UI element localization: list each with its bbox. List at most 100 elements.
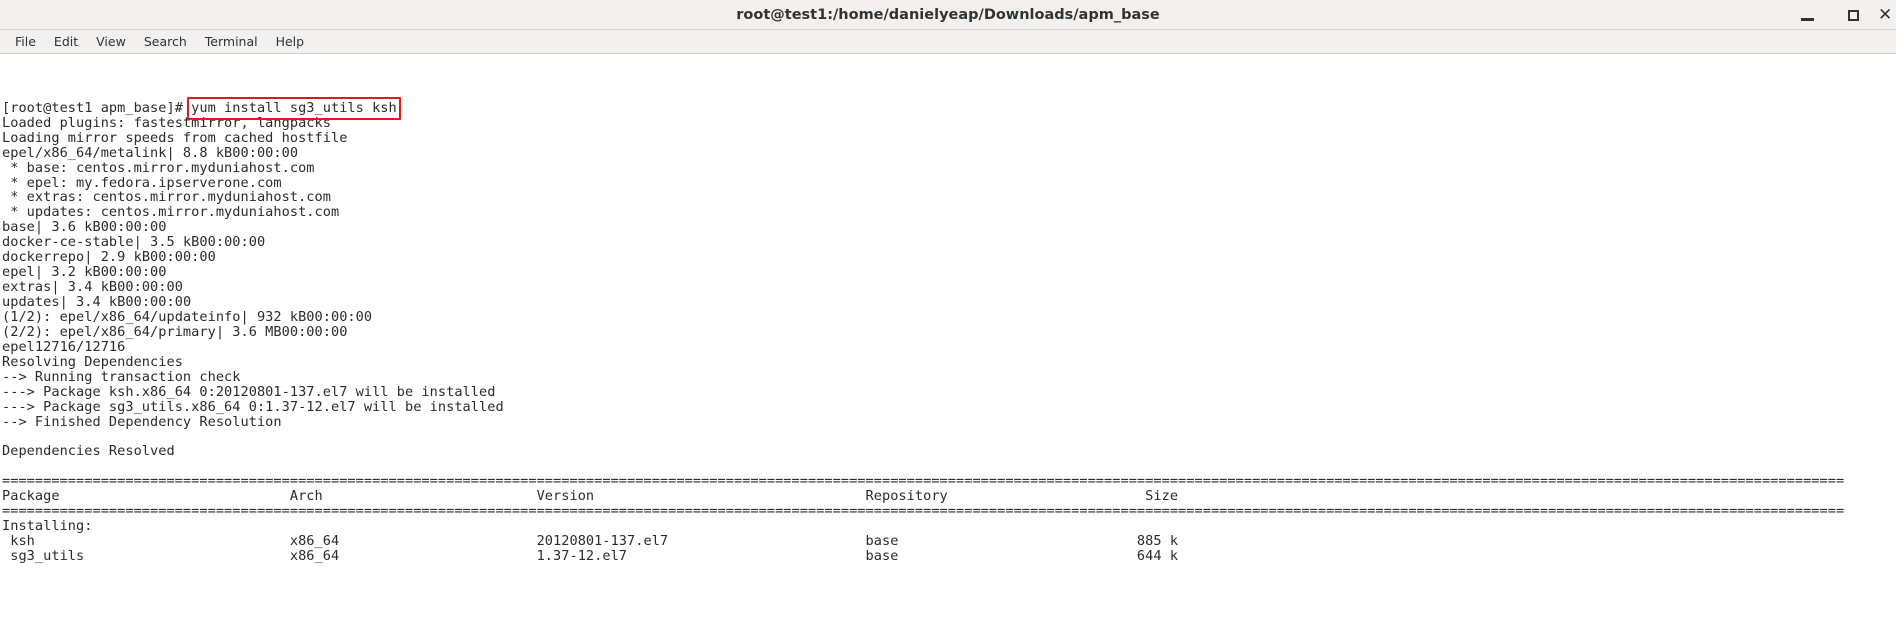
- repo-time-value: 00:00:00: [100, 264, 167, 281]
- close-icon: ✕: [1878, 4, 1893, 25]
- terminal-line-text: epel: [2, 264, 35, 281]
- terminal-line-text: extras: [2, 279, 52, 296]
- terminal-line: ---> Package ksh.x86_64 0:20120801-137.e…: [2, 383, 1896, 400]
- terminal-line: updates| 3.4 kB00:00:00: [2, 295, 1896, 310]
- minimize-icon: [1800, 17, 1814, 21]
- terminal-line-text: Loading mirror speeds from cached hostfi…: [2, 129, 348, 146]
- repo-size-value: | 3.4 kB: [51, 279, 118, 296]
- terminal-line: ksh x86_64 20120801-137.el7 base 885 k: [2, 534, 1896, 549]
- repo-time-value: 00:00:00: [199, 234, 266, 251]
- terminal-line: * epel: my.fedora.ipserverone.com: [2, 174, 1896, 191]
- repo-size-value: | 2.9 kB: [84, 249, 151, 266]
- window-title: root@test1:/home/danielyeap/Downloads/ap…: [736, 6, 1160, 23]
- maximize-button[interactable]: [1830, 0, 1876, 30]
- terminal-line: dockerrepo| 2.9 kB00:00:00: [2, 250, 1896, 265]
- terminal-line-text: (2/2): epel/x86_64/primary: [2, 323, 216, 340]
- terminal-line: Dependencies Resolved: [2, 444, 1896, 459]
- terminal-line-text: Resolving Dependencies: [2, 353, 183, 370]
- terminal-line: Loading mirror speeds from cached hostfi…: [2, 129, 1896, 146]
- terminal-line-text: Installing:: [2, 518, 93, 535]
- terminal-line-text: ---> Package ksh.x86_64 0:20120801-137.e…: [2, 383, 496, 400]
- repo-time-value: 00:00:00: [100, 219, 167, 236]
- terminal-line: ========================================…: [2, 504, 1896, 519]
- terminal-line: epel| 3.2 kB00:00:00: [2, 265, 1896, 280]
- menu-item-edit[interactable]: Edit: [45, 32, 87, 51]
- terminal-line: (1/2): epel/x86_64/updateinfo| 932 kB00:…: [2, 310, 1896, 325]
- terminal-line-text: ---> Package sg3_utils.x86_64 0:1.37-12.…: [2, 398, 504, 415]
- close-button[interactable]: ✕: [1876, 0, 1896, 30]
- terminal-line: Package Arch Version Repository Size: [2, 489, 1896, 504]
- menu-item-file[interactable]: File: [6, 32, 45, 51]
- terminal-line: epel12716/12716: [2, 338, 1896, 355]
- terminal-line: --> Finished Dependency Resolution: [2, 413, 1896, 430]
- menu-item-help[interactable]: Help: [267, 32, 314, 51]
- terminal-line-text: * extras: centos.mirror.myduniahost.com: [2, 189, 331, 206]
- terminal-line: base| 3.6 kB00:00:00: [2, 220, 1896, 235]
- terminal-line: Loaded plugins: fastestmirror, langpacks: [2, 114, 1896, 131]
- terminal-line-text: Package Arch Version Repository Size: [2, 488, 1179, 505]
- terminal-line-text: dockerrepo: [2, 249, 85, 266]
- terminal-line-text: docker-ce-stable: [2, 234, 134, 251]
- terminal-line: sg3_utils x86_64 1.37-12.el7 base 644 k: [2, 549, 1896, 564]
- terminal-line: Installing:: [2, 519, 1896, 534]
- terminal-line-text: updates: [2, 294, 60, 311]
- terminal-line: * extras: centos.mirror.myduniahost.com: [2, 190, 1896, 205]
- terminal-line-text: * base: centos.mirror.myduniahost.com: [2, 159, 315, 176]
- terminal-line: ========================================…: [2, 474, 1896, 489]
- terminal-line-text: sg3_utils x86_64 1.37-12.el7 base 644 k: [2, 547, 1179, 564]
- terminal-line-text: ksh x86_64 20120801-137.el7 base 885 k: [2, 533, 1179, 550]
- terminal-line: ---> Package sg3_utils.x86_64 0:1.37-12.…: [2, 398, 1896, 415]
- terminal-line: docker-ce-stable| 3.5 kB00:00:00: [2, 235, 1896, 250]
- terminal-line-text: [2, 428, 10, 444]
- terminal-line-text: * epel: my.fedora.ipserverone.com: [2, 174, 282, 191]
- terminal-line-text: base: [2, 219, 35, 236]
- terminal-line: * updates: centos.mirror.myduniahost.com: [2, 205, 1896, 220]
- repo-size-value: | 8.8 kB: [166, 144, 233, 161]
- menubar: File Edit View Search Terminal Help: [0, 30, 1896, 54]
- terminal-line-text: epel/x86_64/metalink: [2, 144, 167, 161]
- repo-time-value: 00:00:00: [125, 294, 192, 311]
- terminal-line: Resolving Dependencies: [2, 353, 1896, 370]
- terminal-line-text: [2, 458, 10, 474]
- terminal-line: * base: centos.mirror.myduniahost.com: [2, 159, 1896, 176]
- terminal-line: epel/x86_64/metalink| 8.8 kB00:00:00: [2, 144, 1896, 161]
- terminal-line: [2, 459, 1896, 474]
- repo-size-value: | 3.2 kB: [34, 264, 101, 281]
- terminal-line-text: --> Finished Dependency Resolution: [2, 413, 282, 430]
- terminal-line-text: Loaded plugins: fastestmirror, langpacks: [2, 114, 331, 131]
- repo-size-value: | 3.5 kB: [133, 234, 200, 251]
- terminal-line-text: * updates: centos.mirror.myduniahost.com: [2, 204, 340, 221]
- repo-time-value: 00:00:00: [281, 323, 348, 340]
- minimize-button[interactable]: [1784, 0, 1830, 30]
- terminal-line-text: ========================================…: [2, 473, 1845, 490]
- terminal-line: --> Running transaction check: [2, 368, 1896, 385]
- titlebar[interactable]: root@test1:/home/danielyeap/Downloads/ap…: [0, 0, 1896, 30]
- typed-command: yum install sg3_utils ksh: [191, 99, 397, 116]
- terminal-line-text: epel: [2, 338, 35, 355]
- repo-size-value: | 3.4 kB: [59, 294, 126, 311]
- repo-time-value: 00:00:00: [150, 249, 216, 266]
- shell-prompt: [root@test1 apm_base]#: [2, 99, 192, 116]
- repo-time-value: 12716/12716: [34, 338, 126, 355]
- menu-item-search[interactable]: Search: [135, 32, 196, 51]
- repo-time-value: 00:00:00: [232, 144, 299, 161]
- maximize-icon: [1847, 9, 1859, 21]
- repo-time-value: 00:00:00: [117, 279, 183, 296]
- terminal-output[interactable]: [root@test1 apm_base]# yum install sg3_u…: [0, 54, 1896, 630]
- terminal-line-text: --> Running transaction check: [2, 368, 241, 385]
- terminal-line: extras| 3.4 kB00:00:00: [2, 280, 1896, 295]
- menu-item-view[interactable]: View: [87, 32, 135, 51]
- repo-size-value: | 3.6 MB: [215, 323, 282, 340]
- terminal-line: (2/2): epel/x86_64/primary| 3.6 MB00:00:…: [2, 323, 1896, 340]
- window-controls: ✕: [1784, 0, 1896, 30]
- terminal-line: [2, 429, 1896, 444]
- terminal-line-text: ========================================…: [2, 503, 1845, 520]
- repo-size-value: | 3.6 kB: [34, 219, 101, 236]
- terminal-window: root@test1:/home/danielyeap/Downloads/ap…: [0, 0, 1896, 630]
- terminal-line-text: (1/2): epel/x86_64/updateinfo: [2, 308, 241, 325]
- repo-time-value: 00:00:00: [306, 308, 373, 325]
- terminal-prompt-line: [root@test1 apm_base]# yum install sg3_u…: [2, 99, 1896, 116]
- terminal-line-text: Dependencies Resolved: [2, 443, 175, 460]
- menu-item-terminal[interactable]: Terminal: [196, 32, 267, 51]
- repo-size-value: | 932 kB: [240, 308, 307, 325]
